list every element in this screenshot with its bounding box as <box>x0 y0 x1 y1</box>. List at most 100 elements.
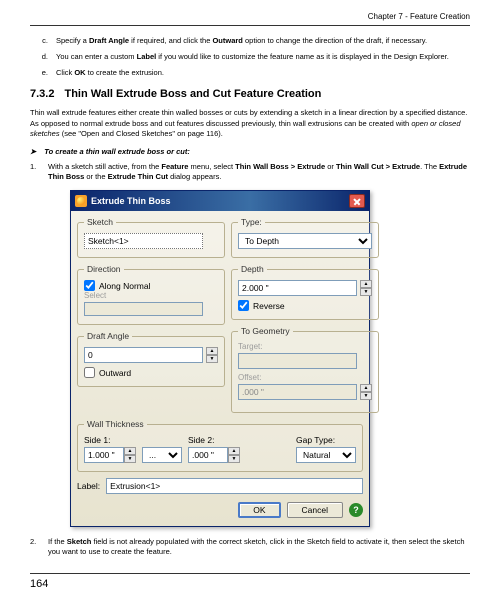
footer-divider <box>30 573 470 574</box>
t: Click <box>56 68 74 77</box>
step-text: If the Sketch field is not already popul… <box>48 537 470 557</box>
side2-input[interactable] <box>188 447 228 463</box>
gap-type-label: Gap Type: <box>296 435 356 445</box>
b: Thin Wall Boss > Extrude <box>235 162 325 171</box>
type-select[interactable]: To Depth <box>238 233 372 249</box>
t: if you would like to customize the featu… <box>156 52 449 61</box>
close-icon[interactable] <box>349 194 365 208</box>
sketch-input[interactable] <box>84 233 203 249</box>
t: (see "Open and Closed Sketches" on page … <box>60 129 223 138</box>
list-letter: e. <box>30 68 56 78</box>
reverse-label: Reverse <box>253 301 285 311</box>
spin-up-icon: ▲ <box>360 384 372 392</box>
direction-group: Direction Along Normal Select <box>77 264 225 325</box>
spin-down-icon: ▼ <box>360 392 372 400</box>
along-normal-label: Along Normal <box>99 281 151 291</box>
direction-select-input <box>84 302 203 316</box>
depth-legend: Depth <box>238 264 267 274</box>
t: If the <box>48 537 67 546</box>
bullet-icon: ➤ <box>30 147 36 156</box>
t: field is not already populated with the … <box>48 537 465 556</box>
bold-draft-angle: Draft Angle <box>89 36 129 45</box>
section-number: 7.3.2 <box>30 88 54 100</box>
t: Specify a <box>56 36 89 45</box>
t: . The <box>420 162 439 171</box>
t: With a sketch still active, from the <box>48 162 161 171</box>
page-number: 164 <box>30 578 470 590</box>
list-letter: d. <box>30 52 56 62</box>
side1-units-select[interactable]: ... <box>142 447 182 463</box>
target-label: Target: <box>238 342 372 351</box>
help-icon[interactable]: ? <box>349 503 363 517</box>
target-input <box>238 353 357 369</box>
gap-type-select[interactable]: Natural <box>296 447 356 463</box>
spin-down-icon[interactable]: ▼ <box>206 355 218 363</box>
list-text: Click OK to create the extrusion. <box>56 68 470 78</box>
list-text: Specify a Draft Angle if required, and c… <box>56 36 470 46</box>
t: Thin wall extrude features either create… <box>30 108 467 127</box>
depth-spinner[interactable]: ▲ ▼ <box>360 280 372 296</box>
t: if required, and click the <box>129 36 212 45</box>
list-letter: c. <box>30 36 56 46</box>
bold-ok: OK <box>74 68 85 77</box>
draft-angle-group: Draft Angle ▲ ▼ Outward <box>77 331 225 387</box>
reverse-checkbox[interactable] <box>238 300 249 311</box>
direction-legend: Direction <box>84 264 124 274</box>
t: You can enter a custom <box>56 52 137 61</box>
spin-up-icon[interactable]: ▲ <box>228 447 240 455</box>
list-item-e: e. Click OK to create the extrusion. <box>30 68 470 78</box>
list-item-c: c. Specify a Draft Angle if required, an… <box>30 36 470 46</box>
spin-down-icon[interactable]: ▼ <box>228 455 240 463</box>
spin-up-icon[interactable]: ▲ <box>206 347 218 355</box>
spin-down-icon[interactable]: ▼ <box>360 288 372 296</box>
step-number: 2. <box>30 537 48 557</box>
app-icon <box>75 195 87 207</box>
outward-label: Outward <box>99 368 131 378</box>
b: Feature <box>161 162 188 171</box>
draft-angle-input[interactable] <box>84 347 203 363</box>
b: Sketch <box>67 537 92 546</box>
type-group: Type: To Depth <box>231 217 379 258</box>
ok-button[interactable]: OK <box>238 502 280 518</box>
side1-spinner[interactable]: ▲ ▼ <box>124 447 136 463</box>
extrude-thin-boss-dialog: Extrude Thin Boss Sketch Direction Along… <box>70 190 370 527</box>
spin-up-icon[interactable]: ▲ <box>360 280 372 288</box>
step-text: With a sketch still active, from the Fea… <box>48 162 470 182</box>
procedure-heading: ➤ To create a thin wall extrude boss or … <box>30 147 470 156</box>
b: Extrude Thin Cut <box>108 172 168 181</box>
side2-label: Side 2: <box>188 435 240 445</box>
bold-label: Label <box>137 52 157 61</box>
select-label: Select <box>84 291 218 300</box>
type-legend: Type: <box>238 217 265 227</box>
cancel-button[interactable]: Cancel <box>287 502 343 518</box>
t: or the <box>84 172 107 181</box>
step-1: 1. With a sketch still active, from the … <box>30 162 470 182</box>
t: to create the extrusion. <box>86 68 164 77</box>
spin-up-icon[interactable]: ▲ <box>124 447 136 455</box>
header-divider <box>30 25 470 26</box>
section-title: Thin Wall Extrude Boss and Cut Feature C… <box>64 88 321 100</box>
t: menu, select <box>188 162 235 171</box>
along-normal-checkbox[interactable] <box>84 280 95 291</box>
intro-paragraph: Thin wall extrude features either create… <box>30 108 470 138</box>
draft-angle-legend: Draft Angle <box>84 331 132 341</box>
chapter-header: Chapter 7 - Feature Creation <box>30 12 470 21</box>
t: option to change the direction of the dr… <box>243 36 427 45</box>
list-item-d: d. You can enter a custom Label if you w… <box>30 52 470 62</box>
t: dialog appears. <box>168 172 221 181</box>
sketch-group: Sketch <box>77 217 225 258</box>
outward-checkbox[interactable] <box>84 367 95 378</box>
offset-label: Offset: <box>238 373 372 382</box>
label-input[interactable] <box>106 478 363 494</box>
dialog-title: Extrude Thin Boss <box>91 196 171 206</box>
depth-input[interactable] <box>238 280 357 296</box>
titlebar[interactable]: Extrude Thin Boss <box>71 191 369 211</box>
spin-down-icon[interactable]: ▼ <box>124 455 136 463</box>
depth-group: Depth ▲ ▼ Reverse <box>231 264 379 320</box>
side1-input[interactable] <box>84 447 124 463</box>
draft-angle-spinner[interactable]: ▲ ▼ <box>206 347 218 363</box>
side2-spinner[interactable]: ▲ ▼ <box>228 447 240 463</box>
step-2: 2. If the Sketch field is not already po… <box>30 537 470 557</box>
to-geometry-legend: To Geometry <box>238 326 293 336</box>
offset-input <box>238 384 357 400</box>
